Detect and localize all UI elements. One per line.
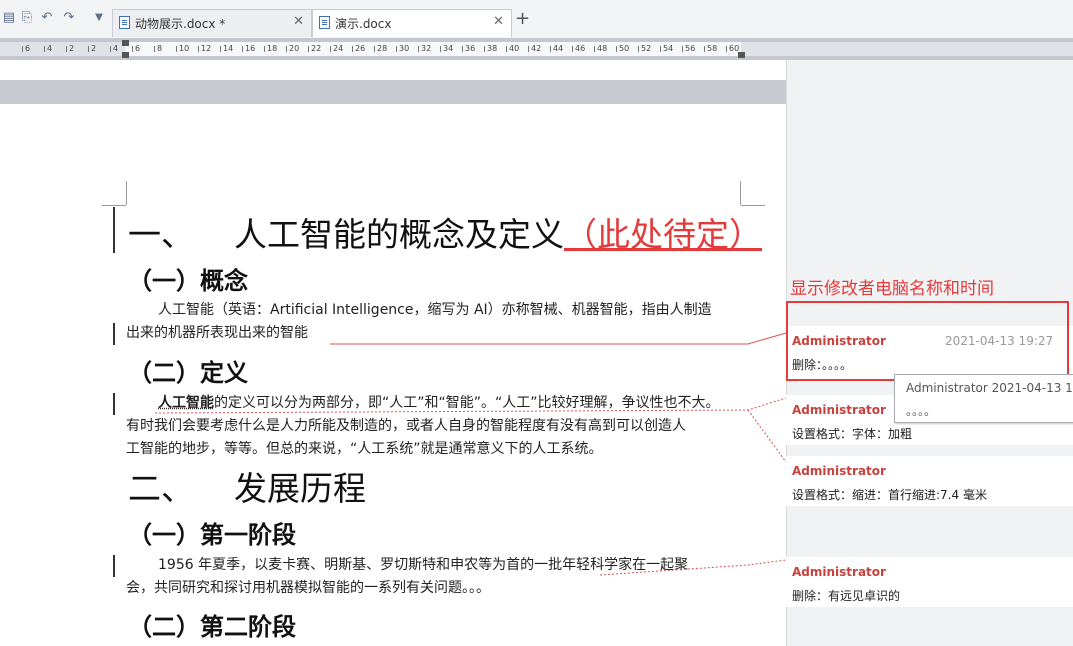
connector-line (330, 332, 787, 345)
connector-line (154, 397, 787, 414)
revision-connectors (154, 332, 787, 576)
connector-line (747, 409, 787, 463)
connector-line (599, 559, 787, 576)
